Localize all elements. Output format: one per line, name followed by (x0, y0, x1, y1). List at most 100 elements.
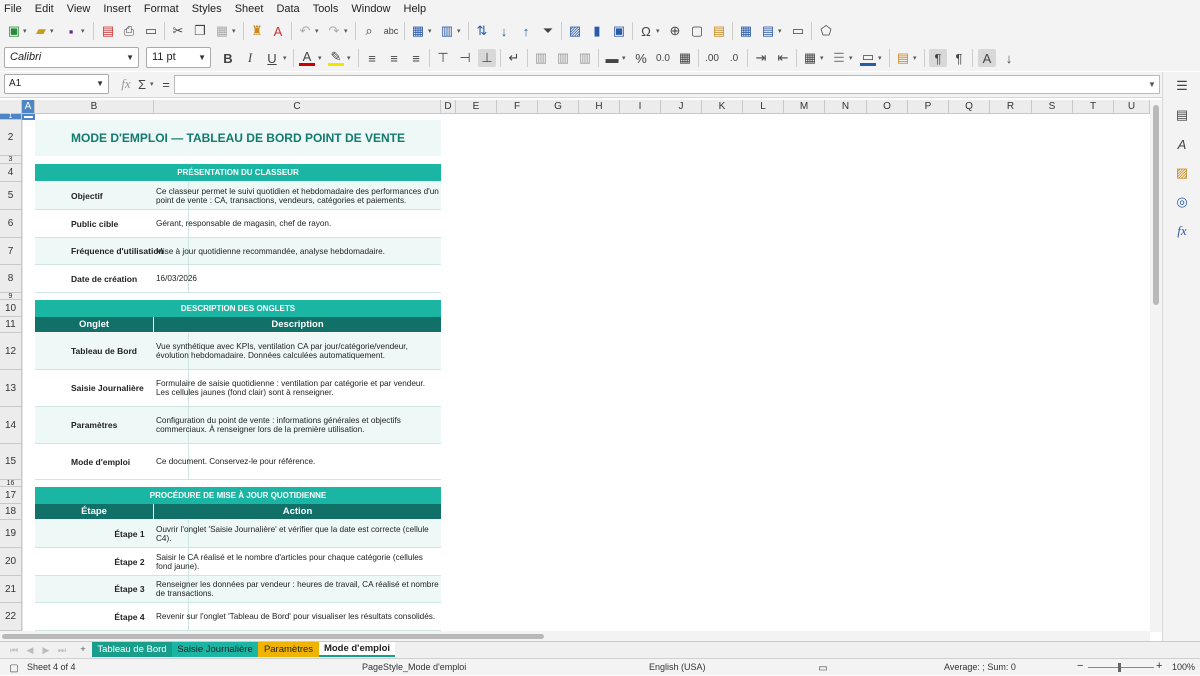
row-header[interactable]: 8 (0, 265, 22, 293)
column-header[interactable]: F (497, 100, 538, 114)
column-header[interactable]: L (743, 100, 784, 114)
row-header[interactable]: 2 (0, 120, 22, 156)
bold-icon[interactable]: B (220, 50, 236, 66)
menu-view[interactable]: View (67, 3, 91, 15)
horizontal-scroll-thumb[interactable] (2, 634, 544, 639)
spelling-icon[interactable]: abc (383, 23, 399, 39)
pivot-table-icon[interactable]: ▣ (611, 23, 627, 39)
chevron-down-icon[interactable]: ▼ (126, 48, 134, 67)
sort-icon[interactable]: ⇅ (474, 23, 490, 39)
zoom-slider[interactable] (1088, 667, 1154, 668)
language[interactable]: English (USA) (649, 662, 706, 672)
row-header[interactable]: 7 (0, 238, 22, 265)
delete-decimal-icon[interactable]: .0 (726, 50, 742, 66)
left-to-right-icon[interactable]: ¶ (929, 49, 947, 67)
insert-chart-icon[interactable]: ▮ (589, 23, 605, 39)
column-header[interactable]: M (784, 100, 825, 114)
border-color-dropdown-icon[interactable]: ▾ (878, 50, 884, 66)
row-header[interactable]: 18 (0, 504, 22, 520)
row-header[interactable]: 9 (0, 293, 22, 300)
split-window-icon[interactable]: ▭ (790, 23, 806, 39)
insert-image-icon[interactable]: ▨ (567, 23, 583, 39)
font-color-dropdown-icon[interactable]: ▾ (318, 50, 324, 66)
border-style-dropdown-icon[interactable]: ▾ (849, 50, 855, 66)
chevron-down-icon[interactable]: ▼ (96, 75, 104, 93)
column-header[interactable]: R (990, 100, 1032, 114)
text-horizontal-icon[interactable]: A (978, 49, 996, 67)
sum-icon[interactable]: Σ (134, 76, 150, 92)
zoom-in-icon[interactable]: + (1156, 660, 1162, 672)
add-decimal-icon[interactable]: .00 (704, 50, 720, 66)
previous-sheet-icon[interactable]: ◀ (22, 642, 38, 658)
zoom-level[interactable]: 100% (1172, 662, 1195, 672)
row-dropdown-icon[interactable]: ▾ (428, 23, 434, 39)
column-dropdown-icon[interactable]: ▾ (457, 23, 463, 39)
underline-dropdown-icon[interactable]: ▾ (283, 50, 289, 66)
formula-input[interactable] (174, 75, 1160, 94)
currency-dropdown-icon[interactable]: ▾ (622, 50, 628, 66)
menu-sheet[interactable]: Sheet (235, 3, 264, 15)
merge-cells-icon[interactable]: ▥ (555, 50, 571, 66)
vertical-scroll-thumb[interactable] (1153, 105, 1159, 305)
column-header[interactable]: B (35, 100, 154, 114)
hyperlink-icon[interactable]: ⊕ (667, 23, 683, 39)
borders-dropdown-icon[interactable]: ▾ (820, 50, 826, 66)
row-icon[interactable]: ▦ (410, 23, 426, 39)
menu-insert[interactable]: Insert (103, 3, 131, 15)
number-format-icon[interactable]: 0.0 (655, 50, 671, 66)
row-header[interactable]: 15 (0, 444, 22, 480)
align-left-icon[interactable]: ≡ (364, 50, 380, 66)
row-header[interactable]: 5 (0, 182, 22, 210)
tab-mode-d-emploi[interactable]: Mode d'emploi (319, 642, 395, 657)
sort-ascending-icon[interactable]: ↓ (496, 23, 512, 39)
increase-indent-icon[interactable]: ⇥ (753, 50, 769, 66)
clear-formatting-icon[interactable]: A (270, 23, 286, 39)
open-dropdown-icon[interactable]: ▾ (50, 23, 56, 39)
highlight-dropdown-icon[interactable]: ▾ (347, 50, 353, 66)
column-header[interactable]: K (702, 100, 743, 114)
row-header[interactable]: 20 (0, 548, 22, 576)
comment-icon[interactable]: ▢ (689, 23, 705, 39)
menu-file[interactable]: File (4, 3, 22, 15)
column-header[interactable]: D (441, 100, 456, 114)
row-header[interactable]: 12 (0, 333, 22, 370)
percent-format-icon[interactable]: % (633, 50, 649, 66)
navigator-icon[interactable]: ◎ (1174, 194, 1190, 210)
menu-edit[interactable]: Edit (35, 3, 54, 15)
font-color-icon[interactable]: A (299, 49, 315, 66)
column-header[interactable]: I (620, 100, 661, 114)
add-sheet-button[interactable]: + (76, 642, 90, 657)
special-character-icon[interactable]: Ω (638, 23, 654, 39)
new-dropdown-icon[interactable]: ▾ (23, 23, 29, 39)
clone-formatting-icon[interactable]: ♜ (249, 23, 265, 39)
menu-data[interactable]: Data (276, 3, 299, 15)
properties-icon[interactable]: ▤ (1174, 107, 1190, 123)
chevron-down-icon[interactable]: ▼ (198, 48, 206, 67)
merge-center-icon[interactable]: ▥ (533, 50, 549, 66)
column-header[interactable]: G (538, 100, 579, 114)
sum-dropdown-icon[interactable]: ▾ (150, 76, 156, 92)
function-wizard-icon[interactable]: fx (118, 76, 134, 92)
highlight-color-icon[interactable]: ✎ (328, 49, 344, 66)
currency-format-icon[interactable]: ▬ (604, 50, 620, 66)
formula-icon[interactable]: = (158, 76, 174, 92)
border-color-icon[interactable]: ▭ (860, 49, 876, 66)
save-dropdown-icon[interactable]: ▾ (81, 23, 87, 39)
border-style-icon[interactable]: ☰ (831, 50, 847, 66)
show-draw-functions-icon[interactable]: ⬠ (818, 23, 834, 39)
row-header[interactable]: 21 (0, 576, 22, 603)
tab-saisie-journaliere[interactable]: Saisie Journalière (172, 642, 258, 657)
paste-dropdown-icon[interactable]: ▾ (232, 23, 238, 39)
zoom-slider-handle[interactable] (1118, 663, 1121, 672)
date-format-icon[interactable]: ▦ (677, 50, 693, 66)
column-header[interactable]: A (22, 100, 35, 114)
font-size-box[interactable]: 11 pt ▼ (146, 47, 211, 68)
column-header[interactable]: Q (949, 100, 990, 114)
column-header[interactable]: P (908, 100, 949, 114)
unmerge-cells-icon[interactable]: ▥ (577, 50, 593, 66)
row-header[interactable]: 14 (0, 407, 22, 444)
print-icon[interactable]: ⎙ (121, 23, 137, 39)
name-box[interactable]: A1 ▼ (4, 74, 109, 94)
tab-parametres[interactable]: Paramètres (258, 642, 319, 657)
italic-icon[interactable]: I (242, 50, 258, 66)
